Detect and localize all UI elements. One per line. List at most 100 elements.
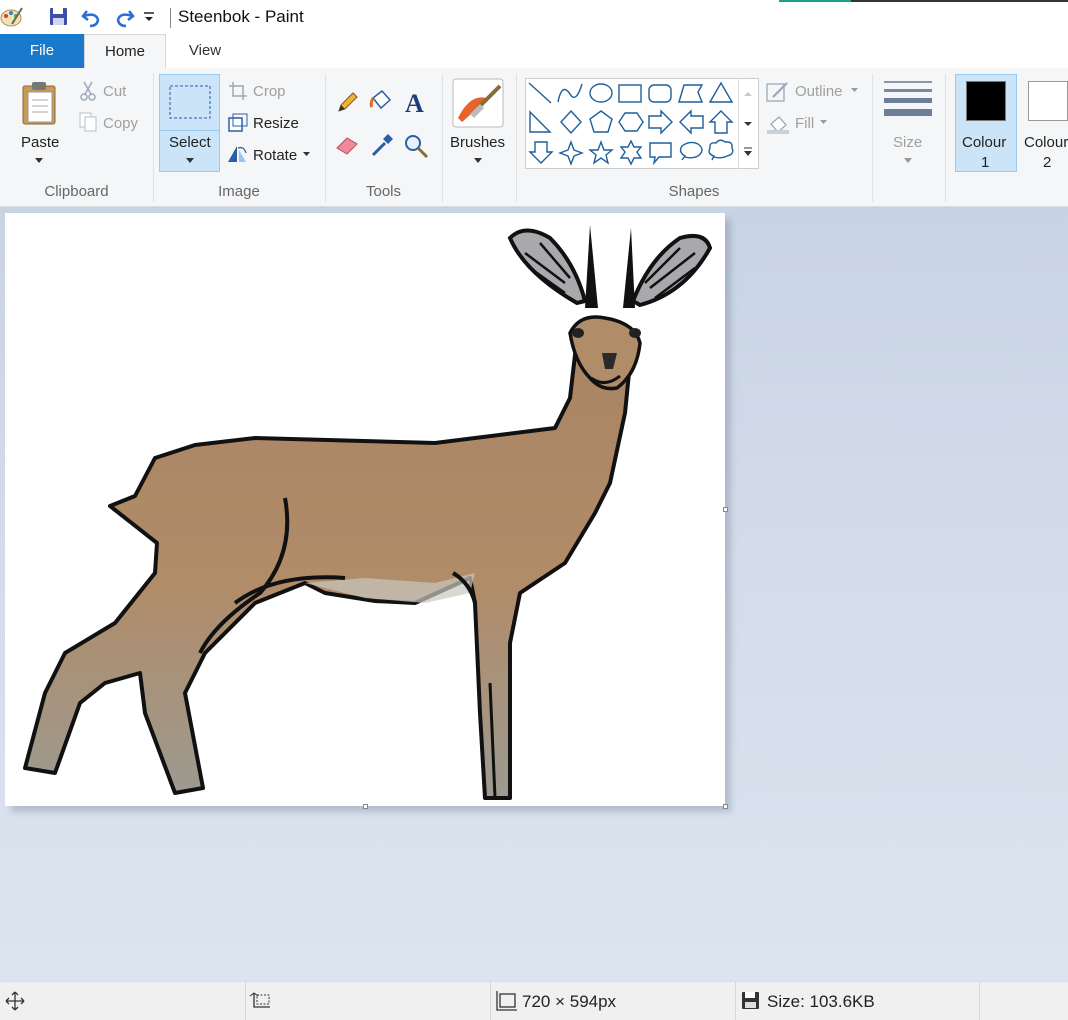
curve-shape-icon [557,83,583,103]
brushes-label[interactable]: Brushes [450,134,505,151]
pentagon-shape-icon [589,110,613,133]
pencil-icon[interactable] [336,90,360,114]
select-label: Select [169,134,211,151]
colour-2-label[interactable]: Colour [1024,134,1068,151]
oval-shape-icon [589,83,613,103]
brushes-icon[interactable] [452,78,504,128]
colour-picker-icon[interactable] [370,133,394,159]
rectangle-shape-icon [618,84,642,103]
resize-button[interactable]: Resize [253,115,299,132]
oval-callout-shape-icon [679,141,703,161]
resize-handle-corner[interactable] [723,804,728,809]
tab-home[interactable]: Home [84,34,166,69]
shapes-gallery-icons[interactable] [526,80,738,168]
status-bar: 720 × 594px Size: 103.6KB [0,981,1068,1020]
copy-icon [79,112,97,132]
line-shape-icon [528,82,552,104]
window-title: Steenbok - Paint [178,7,304,26]
select-split [159,130,220,131]
paint-app-icon[interactable] [0,4,26,30]
selection-size-icon [249,992,270,1008]
drawing-canvas[interactable] [5,213,725,806]
magnifier-icon[interactable] [404,134,430,160]
redo-icon[interactable] [112,6,136,30]
rounded-callout-shape-icon [649,142,672,166]
shapes-scroll-up-icon[interactable] [742,90,754,98]
eraser-icon[interactable] [335,134,361,156]
up-arrow-shape-icon [708,110,734,134]
steenbok-illustration [23,225,713,800]
text-icon[interactable]: A [403,90,429,116]
size-dropdown-icon[interactable] [903,157,913,165]
tab-view[interactable]: View [166,34,244,68]
colour-1-number: 1 [981,154,990,171]
fill-button[interactable]: Fill [795,115,814,132]
select-rectangle-icon [169,85,211,119]
five-point-star-shape-icon [588,140,614,165]
shapes-expand-icon[interactable] [742,146,754,158]
window-accent-dark [851,0,1068,2]
image-group-label: Image [218,183,260,200]
ribbon-home: Paste Cut Copy Clipboard Select Crop Res… [0,68,1068,207]
tab-file[interactable]: File [0,34,84,68]
fill-dropdown-icon[interactable] [819,119,828,126]
diamond-shape-icon [560,109,582,135]
save-icon[interactable] [48,6,70,28]
outline-dropdown-icon[interactable] [850,87,859,94]
outline-button[interactable]: Outline [795,83,843,100]
resize-handle-right[interactable] [723,507,728,512]
cursor-position-icon [5,991,25,1011]
shapes-scroll-down-icon[interactable] [742,120,754,128]
resize-handle-bottom[interactable] [363,804,368,809]
file-size-text: Size: 103.6KB [767,992,875,1011]
hexagon-shape-icon [618,112,644,132]
size-label[interactable]: Size [893,134,922,151]
resize-icon [228,113,248,132]
status-separator [735,982,736,1020]
outline-icon [766,82,788,102]
cut-icon [80,81,96,101]
ribbon-tabs: File Home View [0,34,1068,69]
rotate-button[interactable]: Rotate [253,147,297,164]
right-triangle-shape-icon [529,110,552,133]
paste-dropdown-icon[interactable] [34,157,44,165]
window-accent [779,0,851,2]
status-separator [979,982,980,1020]
down-arrow-shape-icon [528,141,554,164]
select-dropdown-icon[interactable] [185,157,195,165]
colour-1-label: Colour [962,134,1007,151]
crop-button[interactable]: Crop [253,83,286,100]
triangle-shape-icon [708,81,734,103]
tools-group-label: Tools [365,183,402,200]
group-separator [945,74,946,202]
file-size-icon [742,992,759,1009]
polygon-shape-icon [678,84,704,103]
rotate-dropdown-icon[interactable] [302,151,311,158]
paste-button[interactable]: Paste [21,134,59,151]
group-separator [872,74,873,202]
title-separator [170,8,171,28]
copy-button[interactable]: Copy [103,115,138,132]
shapes-group-label: Shapes [668,183,720,200]
fill-bucket-icon[interactable] [368,88,396,114]
right-arrow-shape-icon [648,109,673,135]
image-size-icon [496,991,517,1011]
paste-icon[interactable] [20,80,60,126]
status-separator [245,982,246,1020]
customize-quick-access-icon[interactable] [142,10,156,24]
canvas-workspace[interactable] [0,207,1068,981]
image-size-text: 720 × 594px [522,992,617,1011]
cut-button[interactable]: Cut [103,83,126,100]
fill-icon [767,116,789,134]
colour-2-swatch[interactable] [1028,81,1068,121]
undo-icon[interactable] [80,6,104,30]
brushes-dropdown-icon[interactable] [473,157,483,165]
svg-text:A: A [405,90,424,116]
four-point-star-shape-icon [558,140,584,166]
clipboard-group-label: Clipboard [44,183,109,200]
size-lines-icon[interactable] [883,80,933,124]
colour-1-swatch [966,81,1006,121]
rotate-icon [228,146,247,162]
six-point-star-shape-icon [619,139,643,166]
crop-icon [229,82,247,100]
